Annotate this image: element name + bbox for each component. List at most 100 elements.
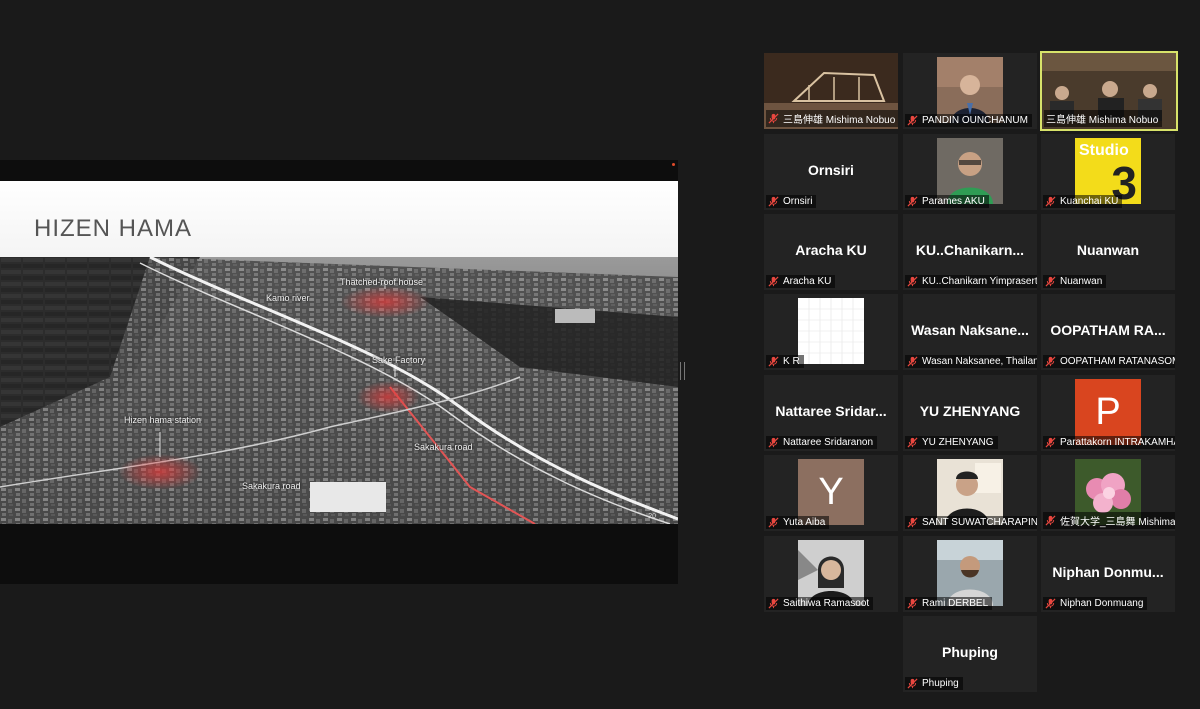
participant-tile[interactable]: SANT SUWATCHARAPINUN [903,455,1037,531]
muted-mic-icon [1045,276,1056,287]
participant-tile[interactable]: PANDIN OUNCHANUM [903,53,1037,129]
participant-name-label: Ornsiri [766,195,817,208]
participant-display-name: Wasan Naksane... [911,322,1029,338]
participant-tile[interactable]: Niphan Donmu... Niphan Donmuang [1041,536,1175,612]
muted-mic-icon [907,115,918,126]
participant-name: Phuping [922,678,959,689]
participant-name: Saithiwa Ramasoot [783,598,870,609]
participant-display-name: OOPATHAM RA... [1050,322,1166,338]
participant-display-name: YU ZHENYANG [919,403,1021,419]
participant-name-label: Wasan Naksanee, Thailand [905,355,1037,368]
participant-name: Niphan Donmuang [1060,598,1144,609]
participant-name-label: Aracha KU [766,275,836,288]
participant-name: PANDIN OUNCHANUM [922,115,1028,126]
muted-mic-icon [907,276,918,287]
participant-tile[interactable]: 三島伸雄 Mishima Nobuo [764,53,898,129]
participant-display-name: KU..Chanikarn... [915,242,1025,258]
share-indicator-dot [672,163,675,166]
participant-name: 佐賀大学_三島舞 Mishima Mai [1060,517,1175,528]
participant-name-label: YU ZHENYANG [905,436,998,449]
participant-tile[interactable]: K R [764,294,898,370]
muted-mic-icon [907,598,918,609]
participant-display-name: Aracha KU [795,242,867,258]
participant-tile[interactable]: Saithiwa Ramasoot [764,536,898,612]
slide-page-number: 20 [648,513,656,520]
muted-mic-icon [907,517,918,528]
participant-name-label: Rami DERBEL [905,597,993,610]
shared-screen[interactable]: HIZEN HAMA Kamo river Thatched-roof hous… [0,160,678,584]
participant-tile-active-speaker[interactable]: 三島伸雄 Mishima Nobuo [1040,51,1178,131]
participant-tile[interactable]: Rami DERBEL [903,536,1037,612]
muted-mic-icon [1045,356,1056,367]
participant-name: Parattakorn INTRAKAMHAENG [1060,437,1175,448]
participant-tile[interactable]: Nuanwan Nuanwan [1041,214,1175,290]
participant-name: Nuanwan [1060,276,1103,287]
participant-tile[interactable]: P Parattakorn INTRAKAMHAENG [1041,375,1175,451]
participant-name: Rami DERBEL [922,598,989,609]
participant-name-label: KU..Chanikarn Yimprasert [905,275,1037,288]
participant-name: K R [783,356,800,367]
map-label-hizen-hama-station: Hizen hama station [124,415,202,425]
participant-name: Yuta Aiba [783,517,826,528]
participant-name-label: Nattaree Sridaranon [766,436,878,449]
participant-name-label: Parames AKU [905,195,989,208]
muted-mic-icon [768,196,779,207]
muted-mic-icon [907,437,918,448]
muted-mic-icon [768,437,779,448]
muted-mic-icon [768,356,779,367]
participant-name: 三島伸雄 Mishima Nobuo [783,115,896,126]
participant-name: 三島伸雄 Mishima Nobuo [1046,115,1159,126]
participant-tile[interactable]: Nattaree Sridar... Nattaree Sridaranon [764,375,898,451]
slide-title: HIZEN HAMA [34,215,193,242]
participant-tile[interactable]: Parames AKU [903,134,1037,210]
participant-name-label: Saithiwa Ramasoot [766,597,874,610]
participant-name: OOPATHAM RATANASOMBAT [1060,356,1175,367]
participant-name: YU ZHENYANG [922,437,994,448]
participant-name: Ornsiri [783,196,813,207]
muted-mic-icon [1045,437,1056,448]
meeting-window: HIZEN HAMA Kamo river Thatched-roof hous… [0,0,1200,709]
participant-display-name: Phuping [942,644,998,660]
participant-tile[interactable]: OOPATHAM RA... OOPATHAM RATANASOMBAT [1041,294,1175,370]
video-feed [798,298,864,364]
participant-name-label: 三島伸雄 Mishima Nobuo [1044,110,1163,127]
participant-display-name: Niphan Donmu... [1052,564,1164,580]
aerial-photo [0,257,678,524]
participant-name-label: Kuanchai KU [1043,195,1123,208]
participant-name-label: SANT SUWATCHARAPINUN [905,516,1037,529]
participant-name-label: 三島伸雄 Mishima Nobuo [766,110,898,127]
participant-tile[interactable]: Phuping Phuping [903,616,1037,692]
muted-mic-icon [1045,196,1056,207]
muted-mic-icon [907,678,918,689]
participant-tile[interactable]: Aracha KU Aracha KU [764,214,898,290]
resize-handle[interactable] [680,362,685,380]
participant-tile[interactable]: Wasan Naksane... Wasan Naksanee, Thailan… [903,294,1037,370]
participant-tile[interactable]: KU..Chanikarn... KU..Chanikarn Yimpraser… [903,214,1037,290]
participant-name: Parames AKU [922,196,985,207]
participant-name-label: Phuping [905,677,963,690]
participant-name: Kuanchai KU [1060,196,1119,207]
participant-tile[interactable]: Ornsiri Ornsiri [764,134,898,210]
participant-tile[interactable]: Studio 3 Kuanchai KU [1041,134,1175,210]
participant-name-label: 佐賀大学_三島舞 Mishima Mai [1043,512,1175,529]
participant-name-label: PANDIN OUNCHANUM [905,114,1032,127]
participant-name-label: Niphan Donmuang [1043,597,1148,610]
participant-name: Aracha KU [783,276,832,287]
participant-tile[interactable]: 佐賀大学_三島舞 Mishima Mai [1041,455,1175,531]
participant-tile[interactable]: YU ZHENYANG YU ZHENYANG [903,375,1037,451]
participant-tile[interactable]: Y Yuta Aiba [764,455,898,531]
participant-display-name: Nattaree Sridar... [775,403,887,419]
map-label-thatched-roof-house: Thatched-roof house [340,277,424,287]
muted-mic-icon [768,517,779,528]
participant-name: Wasan Naksanee, Thailand [922,356,1037,367]
muted-mic-icon [1045,515,1056,526]
participant-name-label: K R [766,355,804,368]
participant-name-label: OOPATHAM RATANASOMBAT [1043,355,1175,368]
map-label-sake-factory: Sake Factory [372,355,426,365]
muted-mic-icon [768,113,779,124]
participant-name: Nattaree Sridaranon [783,437,874,448]
participant-name: SANT SUWATCHARAPINUN [922,517,1037,528]
map-label-kamo-river: Kamo river [266,293,310,303]
muted-mic-icon [768,598,779,609]
participant-name-label: Parattakorn INTRAKAMHAENG [1043,436,1175,449]
